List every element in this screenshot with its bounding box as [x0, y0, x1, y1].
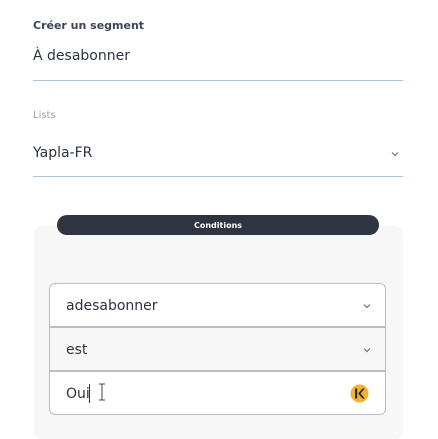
chevron-down-icon	[363, 304, 371, 309]
segment-name-input[interactable]: À desabonner	[33, 48, 130, 64]
lists-label: Lists	[33, 110, 56, 121]
condition-value-input[interactable]: Oui	[49, 371, 386, 415]
lists-underline	[33, 176, 403, 177]
text-cursor-icon	[99, 383, 105, 401]
condition-operator-value: est	[66, 342, 88, 358]
segment-underline	[33, 80, 403, 81]
condition-field-select[interactable]: adesabonner	[49, 283, 386, 327]
condition-field-value: adesabonner	[66, 298, 158, 314]
condition-operator-select[interactable]: est	[49, 327, 386, 371]
chevron-down-icon	[391, 152, 399, 157]
lists-selected-value: Yapla-FR	[33, 145, 93, 161]
lists-select[interactable]: Yapla-FR	[33, 140, 403, 170]
password-manager-icon[interactable]	[350, 384, 369, 403]
segment-label: Créer un segment	[33, 19, 145, 32]
conditions-header: Conditions	[57, 215, 379, 235]
condition-value-text: Oui	[66, 386, 90, 402]
text-caret	[89, 384, 90, 403]
chevron-down-icon	[363, 348, 371, 353]
